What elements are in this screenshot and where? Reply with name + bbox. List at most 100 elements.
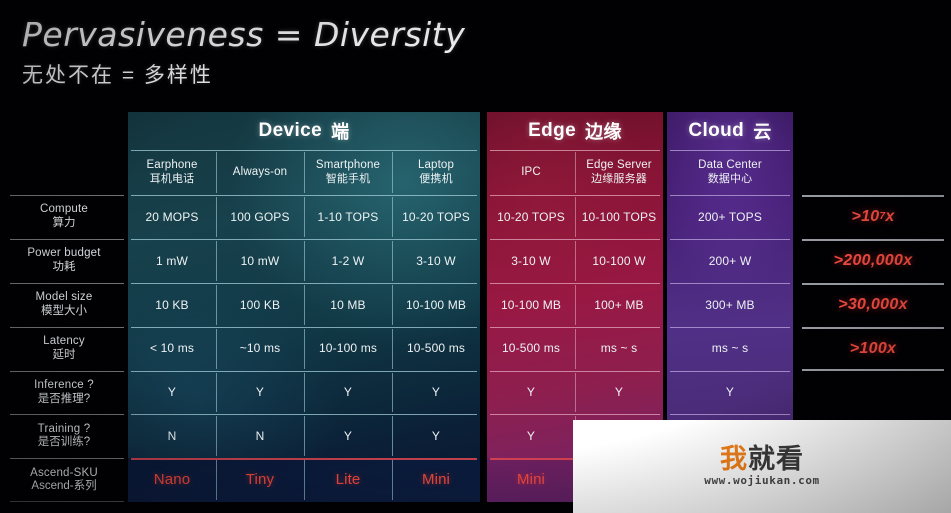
row-label-cn: 是否训练? bbox=[37, 436, 91, 449]
cell-cloud-r1-c0: 200+ W bbox=[708, 253, 752, 268]
column-header-device-1: Always-on bbox=[216, 150, 304, 195]
row-label-0: Compute 算力 bbox=[0, 195, 128, 239]
ratio-value: >100x bbox=[849, 339, 897, 357]
column-header-cn: 数据中心 bbox=[707, 172, 753, 185]
table-row: 20 MOPS 100 GOPS 1-10 TOPS 10-20 TOPS bbox=[128, 195, 480, 239]
cell-device-r5-c2: Y bbox=[304, 414, 392, 458]
title-block: Pervasiveness = Diversity 无处不在 = 多样性 bbox=[22, 16, 582, 89]
segment-device-subheader: Earphone 耳机电话 Always-on Smartphone 智能手机 Lapto… bbox=[128, 150, 480, 195]
row-label-4: Inference ? 是否推理? bbox=[0, 370, 128, 415]
cell-edge-r0-c1: 10-100 TOPS bbox=[575, 195, 663, 239]
cell-cloud-r4-c0: Y bbox=[725, 385, 735, 400]
cell-device-r6-c1: Tiny bbox=[216, 458, 304, 502]
ratio-suffix: x bbox=[885, 207, 895, 225]
row-label-cn: 算力 bbox=[52, 216, 76, 229]
cell-device-r1-c2: 1-2 W bbox=[304, 239, 392, 283]
segment-edge-subheader: IPC Edge Server 边缘服务器 bbox=[487, 150, 663, 195]
watermark-logo-first-char: 我 bbox=[720, 444, 748, 474]
row-label-cn: 功耗 bbox=[52, 260, 76, 273]
cell-device-r3-c1: ~10 ms bbox=[216, 327, 304, 371]
segment-cloud-title: Cloud 云 bbox=[667, 112, 793, 150]
row-label-en: Ascend-SKU bbox=[30, 466, 98, 479]
cell-device-r0-c0: 20 MOPS bbox=[145, 209, 199, 224]
cell-edge-r3-c0: 10-500 ms bbox=[501, 341, 561, 356]
column-header-en: Always-on bbox=[232, 165, 288, 178]
segment-device-body: 20 MOPS 100 GOPS 1-10 TOPS 10-20 TOPS 1 mW 10… bbox=[128, 195, 480, 503]
row-label-column: Compute 算力 Power budget 功耗 Model size 模型大小 Lat… bbox=[0, 195, 128, 503]
table-row: 200+ TOPS bbox=[667, 195, 793, 239]
column-header-en: Smartphone bbox=[315, 159, 381, 171]
cell-edge-r1-c1: 10-100 W bbox=[575, 239, 663, 283]
ratio-annotation-2: >30,000x bbox=[800, 282, 946, 327]
ratio-annotation-3: >100x bbox=[800, 326, 946, 371]
column-header-en: Laptop bbox=[417, 159, 455, 171]
cell-device-r3-c2: 10-100 ms bbox=[304, 327, 392, 371]
row-label-5: Training ? 是否训练? bbox=[0, 414, 128, 458]
row-label-cn: 延时 bbox=[52, 348, 76, 361]
watermark-url: www.wojiukan.com bbox=[704, 474, 820, 487]
segment-device: Device 端 Earphone 耳机电话 Always-on Smartphone… bbox=[128, 112, 480, 503]
table-row: 10-20 TOPS 10-100 TOPS bbox=[487, 195, 663, 239]
table-row: 1 mW 10 mW 1-2 W 3-10 W bbox=[128, 238, 480, 283]
page-title-chinese: 无处不在 = 多样性 bbox=[22, 63, 213, 87]
cell-device-r5-c0: N bbox=[167, 429, 177, 444]
table-row: < 10 ms ~10 ms 10-100 ms 10-500 ms bbox=[128, 326, 480, 371]
column-header-en: Data Center bbox=[698, 159, 762, 171]
segment-cloud-title-cn: 云 bbox=[753, 122, 772, 142]
row-label-en: Compute bbox=[39, 203, 89, 216]
segment-edge-title-cn: 边缘 bbox=[585, 122, 622, 142]
cell-edge-r2-c0: 10-100 MB bbox=[500, 297, 562, 312]
column-header-device-0: Earphone 耳机电话 bbox=[128, 150, 216, 195]
column-header-en: Earphone bbox=[146, 159, 198, 171]
cell-device-r2-c3: 10-100 MB bbox=[392, 283, 480, 327]
table-row: 10-100 MB 100+ MB bbox=[487, 282, 663, 327]
row-label-en: Model size bbox=[35, 291, 93, 304]
column-header-cloud-0: Data Center 数据中心 bbox=[667, 150, 793, 195]
cell-device-r3-c0: < 10 ms bbox=[149, 341, 195, 356]
table-row: Nano Tiny Lite Mini bbox=[128, 458, 480, 503]
column-header-device-2: Smartphone 智能手机 bbox=[304, 150, 392, 195]
cell-device-r6-c3: Mini bbox=[392, 458, 480, 502]
cell-device-r0-c2: 1-10 TOPS bbox=[304, 195, 392, 239]
ratio-annotation-0: >10 7 x bbox=[800, 195, 946, 239]
column-header-edge-0: IPC bbox=[487, 150, 575, 195]
cell-device-r5-c3: Y bbox=[392, 414, 480, 458]
ratio-annotation-column: >10 7 x >200,000x >30,000x >100x bbox=[800, 195, 946, 375]
column-header-cn: 便携机 bbox=[419, 172, 453, 185]
row-label-cn: 模型大小 bbox=[41, 304, 87, 317]
segment-edge-title: Edge 边缘 bbox=[487, 112, 663, 150]
watermark-logo: 我就看 bbox=[720, 446, 804, 473]
ratio-value: >30,000x bbox=[838, 295, 908, 313]
column-header-cn: 边缘服务器 bbox=[591, 172, 647, 185]
cell-device-r1-c1: 10 mW bbox=[216, 239, 304, 283]
row-label-en: Training ? bbox=[37, 422, 91, 435]
cell-device-r4-c3: Y bbox=[392, 371, 480, 415]
segment-edge-title-en: Edge bbox=[528, 120, 577, 141]
table-row: Y bbox=[667, 370, 793, 415]
page-title-english: Pervasiveness = Diversity bbox=[22, 15, 466, 54]
row-label-en: Latency bbox=[43, 335, 85, 348]
row-label-6: Ascend-SKU Ascend-系列 bbox=[0, 458, 128, 503]
watermark-logo-rest: 就看 bbox=[748, 444, 804, 474]
column-header-edge-1: Edge Server 边缘服务器 bbox=[575, 150, 663, 195]
table-row: 200+ W bbox=[667, 238, 793, 283]
segment-cloud-title-en: Cloud bbox=[688, 120, 745, 141]
row-label-3: Latency 延时 bbox=[0, 326, 128, 371]
cell-edge-r1-c0: 3-10 W bbox=[511, 253, 551, 268]
row-label-1: Power budget 功耗 bbox=[0, 238, 128, 283]
table-row: ms ~ s bbox=[667, 326, 793, 371]
segment-cloud-subheader: Data Center 数据中心 bbox=[667, 150, 793, 195]
table-row: YY bbox=[487, 370, 663, 415]
cell-device-r2-c2: 10 MB bbox=[304, 283, 392, 327]
row-label-en: Inference ? bbox=[34, 378, 94, 391]
cell-device-r2-c1: 100 KB bbox=[216, 283, 304, 327]
cell-device-r6-c2: Lite bbox=[304, 458, 392, 502]
row-label-2: Model size 模型大小 bbox=[0, 282, 128, 327]
column-header-device-3: Laptop 便携机 bbox=[392, 150, 480, 195]
segment-device-title: Device 端 bbox=[128, 112, 480, 150]
row-label-cn: 是否推理? bbox=[37, 392, 91, 405]
cell-device-r1-c3: 3-10 W bbox=[392, 239, 480, 283]
cell-device-r2-c0: 10 KB bbox=[155, 297, 189, 312]
cell-device-r0-c1: 100 GOPS bbox=[216, 195, 304, 239]
ratio-value: >200,000x bbox=[833, 251, 913, 269]
